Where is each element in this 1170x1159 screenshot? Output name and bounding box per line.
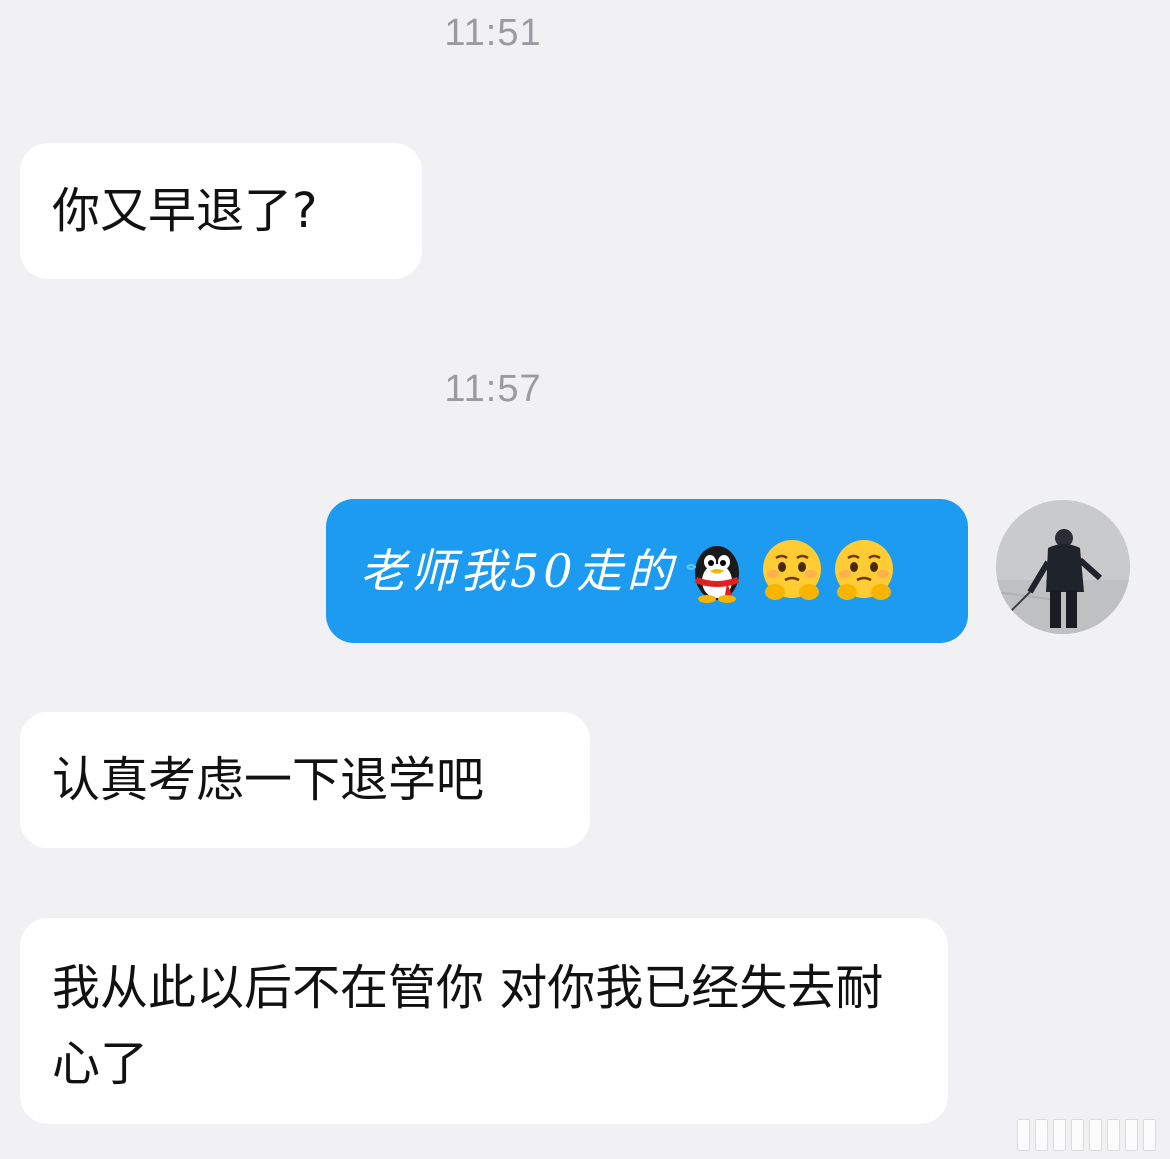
outgoing-message-bubble[interactable]: 老师我50走的 xyxy=(326,499,968,643)
incoming-message-bubble[interactable]: 我从此以后不在管你 对你我已经失去耐心了 xyxy=(20,918,948,1124)
emoji-group xyxy=(683,536,899,606)
pleading-face-icon xyxy=(762,540,821,600)
qq-penguin-icon xyxy=(685,546,739,603)
incoming-message-bubble[interactable]: 你又早退了? xyxy=(20,143,422,279)
message-text: 认真考虑一下退学吧 xyxy=(52,752,485,808)
avatar[interactable] xyxy=(996,500,1130,634)
watermark-bars xyxy=(1017,1119,1156,1151)
incoming-message-bubble[interactable]: 认真考虑一下退学吧 xyxy=(20,712,590,848)
message-text: 你又早退了? xyxy=(52,183,318,239)
avatar-photo xyxy=(996,500,1130,634)
timestamp: 11:51 xyxy=(444,12,542,54)
pleading-face-icon xyxy=(834,540,893,600)
timestamp: 11:57 xyxy=(444,368,542,410)
message-text: 老师我50走的 xyxy=(360,544,677,598)
message-text: 我从此以后不在管你 对你我已经失去耐心了 xyxy=(52,960,884,1092)
